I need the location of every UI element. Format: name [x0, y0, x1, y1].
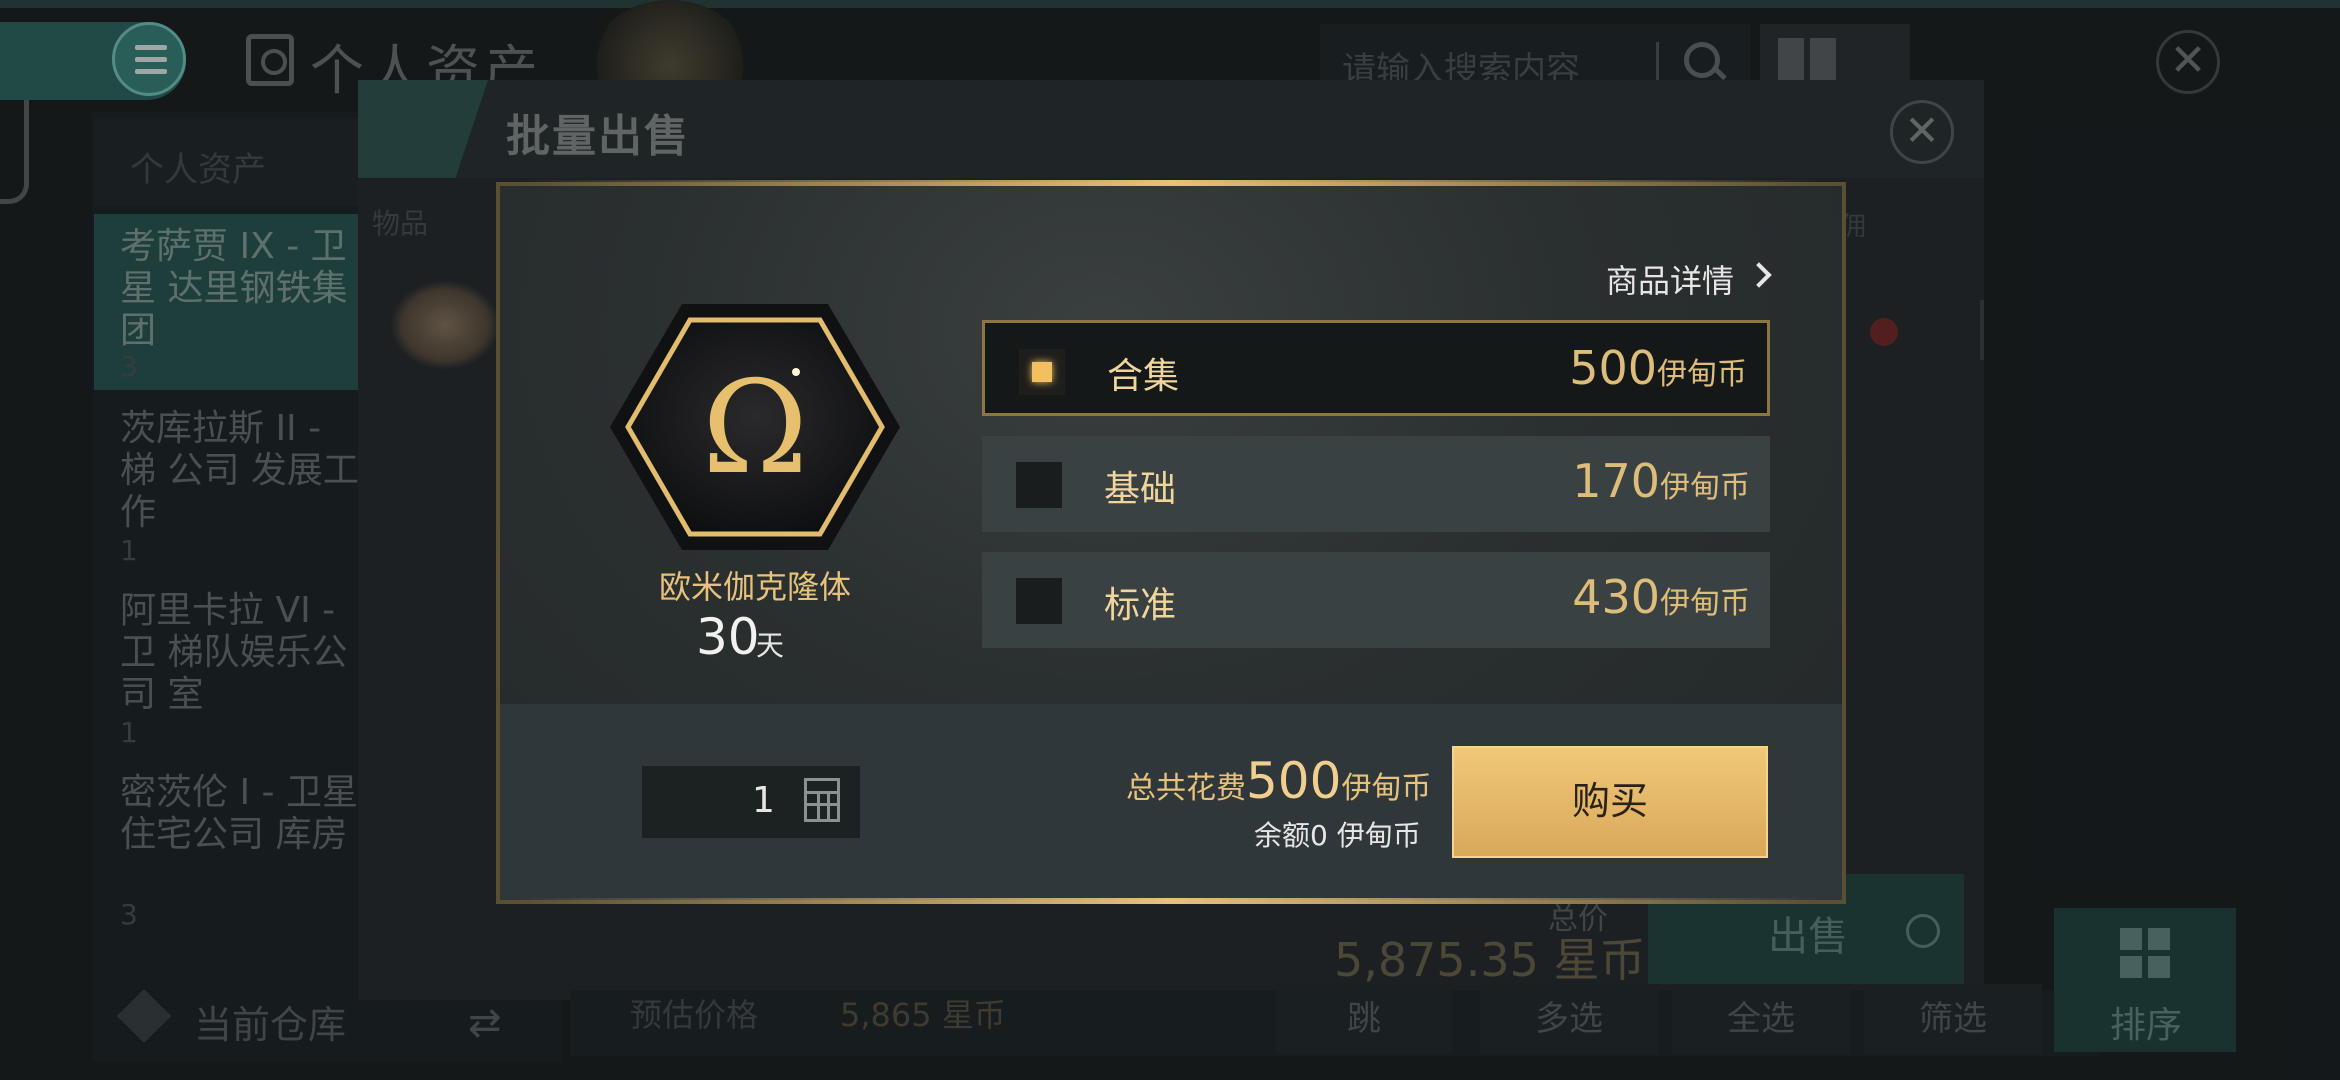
option-collection[interactable]: 合集 500伊甸币 [982, 320, 1770, 416]
option-name: 合集 [1107, 356, 1180, 397]
product-details-link[interactable]: 商品详情 [1606, 256, 1734, 302]
option-name: 基础 [1104, 469, 1177, 510]
option-standard[interactable]: 标准 430伊甸币 [982, 552, 1770, 648]
buy-button[interactable]: 购买 [1452, 746, 1768, 858]
calculator-icon[interactable] [804, 778, 840, 822]
checkbox[interactable] [1016, 462, 1062, 508]
checkbox[interactable] [1016, 578, 1062, 624]
balance-value: 0 [1310, 819, 1328, 852]
option-price: 430伊甸币 [1572, 570, 1750, 624]
option-price: 170伊甸币 [1572, 454, 1750, 508]
total-cost: 总共花费500伊甸币 [1126, 752, 1432, 810]
option-name: 标准 [1104, 585, 1177, 626]
omega-symbol: Ω [702, 354, 808, 503]
item-name: 欧米伽克隆体 [658, 568, 851, 606]
modal-bottom-accent [520, 898, 1820, 904]
duration-value: 30 [696, 608, 760, 666]
option-price: 500伊甸币 [1569, 341, 1747, 395]
omega-clone-icon: Ω [610, 304, 900, 550]
quantity-value: 1 [752, 780, 775, 821]
checkbox-checked[interactable] [1019, 349, 1065, 395]
duration-unit: 天 [756, 629, 785, 662]
balance: 余额0 伊甸币 [1254, 819, 1421, 852]
total-cost-value: 500 [1246, 752, 1342, 810]
option-basic[interactable]: 基础 170伊甸币 [982, 436, 1770, 532]
modal-top-accent [520, 180, 1820, 186]
